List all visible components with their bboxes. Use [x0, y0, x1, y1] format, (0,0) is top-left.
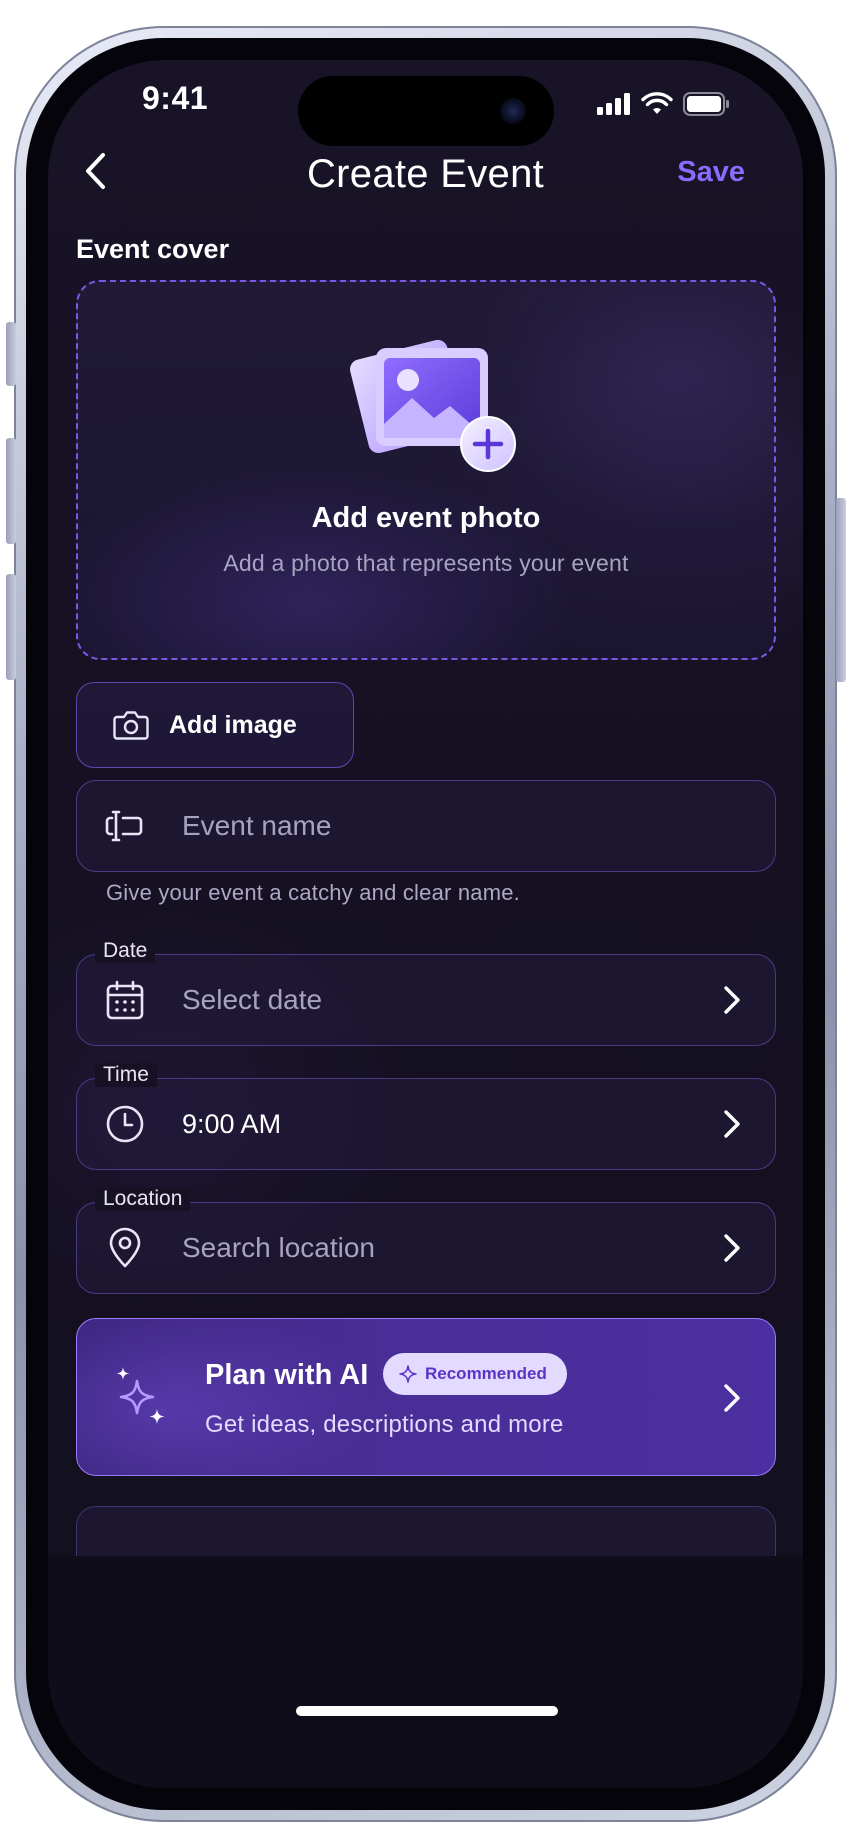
plan-with-ai-card[interactable]: Plan with AI Recommended Get ideas, desc…: [76, 1318, 776, 1476]
bottom-area: [48, 1556, 803, 1788]
text-cursor-icon: [103, 804, 147, 848]
cellular-signal-icon: [597, 93, 630, 115]
chevron-right-icon: [717, 1109, 747, 1139]
save-button[interactable]: Save: [677, 156, 745, 189]
camera-icon: [113, 711, 149, 740]
volume-up-button: [6, 438, 16, 544]
front-camera: [500, 98, 526, 124]
cover-title: Add event photo: [311, 502, 541, 534]
battery-icon: [683, 92, 729, 116]
add-image-label: Add image: [169, 710, 297, 739]
recommended-badge: Recommended: [383, 1353, 567, 1395]
event-name-input[interactable]: Event name: [182, 810, 331, 842]
date-label: Date: [95, 939, 156, 963]
event-cover-upload[interactable]: Add event photo Add a photo that represe…: [76, 280, 776, 660]
action-button: [6, 322, 16, 386]
status-icons: [597, 92, 729, 116]
location-field[interactable]: Location Search location: [76, 1187, 776, 1294]
date-field[interactable]: Date Select date: [76, 939, 776, 1046]
add-image-button[interactable]: Add image: [76, 682, 354, 768]
home-indicator[interactable]: [296, 1706, 558, 1716]
map-pin-icon: [103, 1226, 147, 1270]
event-name-field[interactable]: Event name: [76, 780, 776, 872]
location-label: Location: [95, 1187, 191, 1211]
chevron-right-icon: [717, 985, 747, 1015]
time-field[interactable]: Time 9:00 AM: [76, 1063, 776, 1170]
location-input[interactable]: Search location: [182, 1232, 375, 1264]
badge-label: Recommended: [425, 1364, 547, 1383]
status-time: 9:41: [142, 80, 209, 116]
chevron-right-icon: [717, 1383, 747, 1413]
date-input[interactable]: Select date: [182, 984, 322, 1016]
dynamic-island: [298, 76, 554, 146]
screen: 9:41 Create Event Save Event cover Add e…: [48, 60, 803, 1788]
time-value[interactable]: 9:00 AM: [182, 1109, 281, 1140]
ai-card-subtitle: Get ideas, descriptions and more: [205, 1411, 564, 1438]
power-button: [836, 498, 846, 682]
sparkles-icon: [116, 1367, 165, 1424]
ai-card-title: Plan with AI: [205, 1359, 369, 1391]
calendar-icon: [103, 978, 147, 1022]
event-name-helper: Give your event a catchy and clear name.: [106, 880, 520, 905]
time-label: Time: [95, 1063, 157, 1087]
image-plus-icon: [350, 339, 516, 472]
cover-subtitle: Add a photo that represents your event: [223, 550, 629, 576]
wifi-icon: [641, 92, 673, 114]
event-cover-label: Event cover: [76, 234, 230, 264]
chevron-right-icon: [717, 1233, 747, 1263]
volume-down-button: [6, 574, 16, 680]
sparkle-icon: [399, 1365, 417, 1383]
clock-icon: [103, 1102, 147, 1146]
